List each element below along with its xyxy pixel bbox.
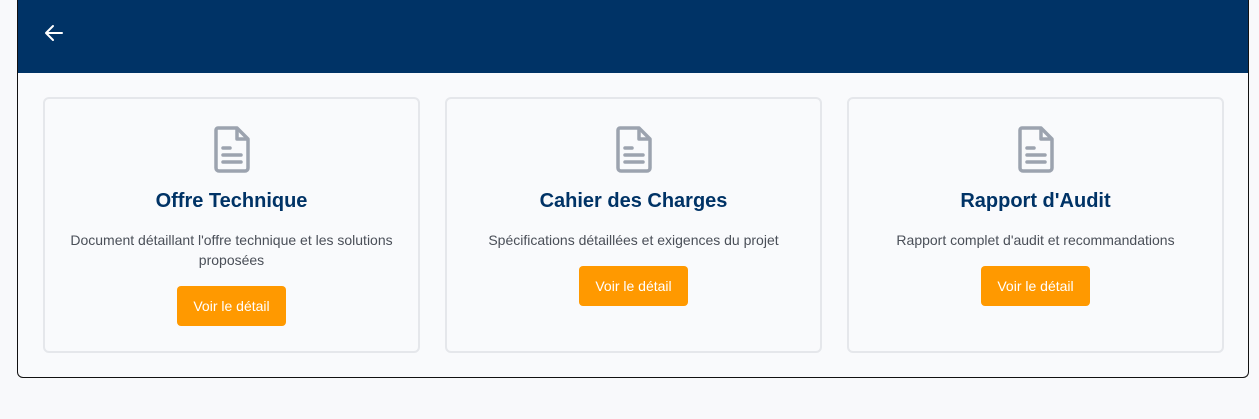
header-bar [18,0,1248,73]
document-icon [1017,126,1054,173]
card-description: Document détaillant l'offre technique et… [70,232,393,268]
card-offre-technique: Offre Technique Document détaillant l'of… [43,97,420,353]
voir-detail-button[interactable]: Voir le détail [579,266,688,306]
document-icon [213,126,250,173]
voir-detail-button[interactable]: Voir le détail [981,266,1090,306]
card-title: Rapport d'Audit [960,190,1111,212]
voir-detail-button[interactable]: Voir le détail [177,286,286,326]
card-cahier-des-charges: Cahier des Charges Spécifications détail… [445,97,822,353]
card-description: Rapport complet d'audit et recommandatio… [896,232,1175,248]
card-rapport-audit: Rapport d'Audit Rapport complet d'audit … [847,97,1224,353]
card-title: Offre Technique [155,190,308,212]
arrow-left-icon [45,25,63,41]
card-title: Cahier des Charges [539,190,728,212]
document-cards: Offre Technique Document détaillant l'of… [43,97,1224,353]
main-panel: Offre Technique Document détaillant l'of… [17,0,1249,378]
card-description: Spécifications détaillées et exigences d… [488,232,779,248]
document-icon [615,126,652,173]
back-button[interactable] [42,22,66,44]
